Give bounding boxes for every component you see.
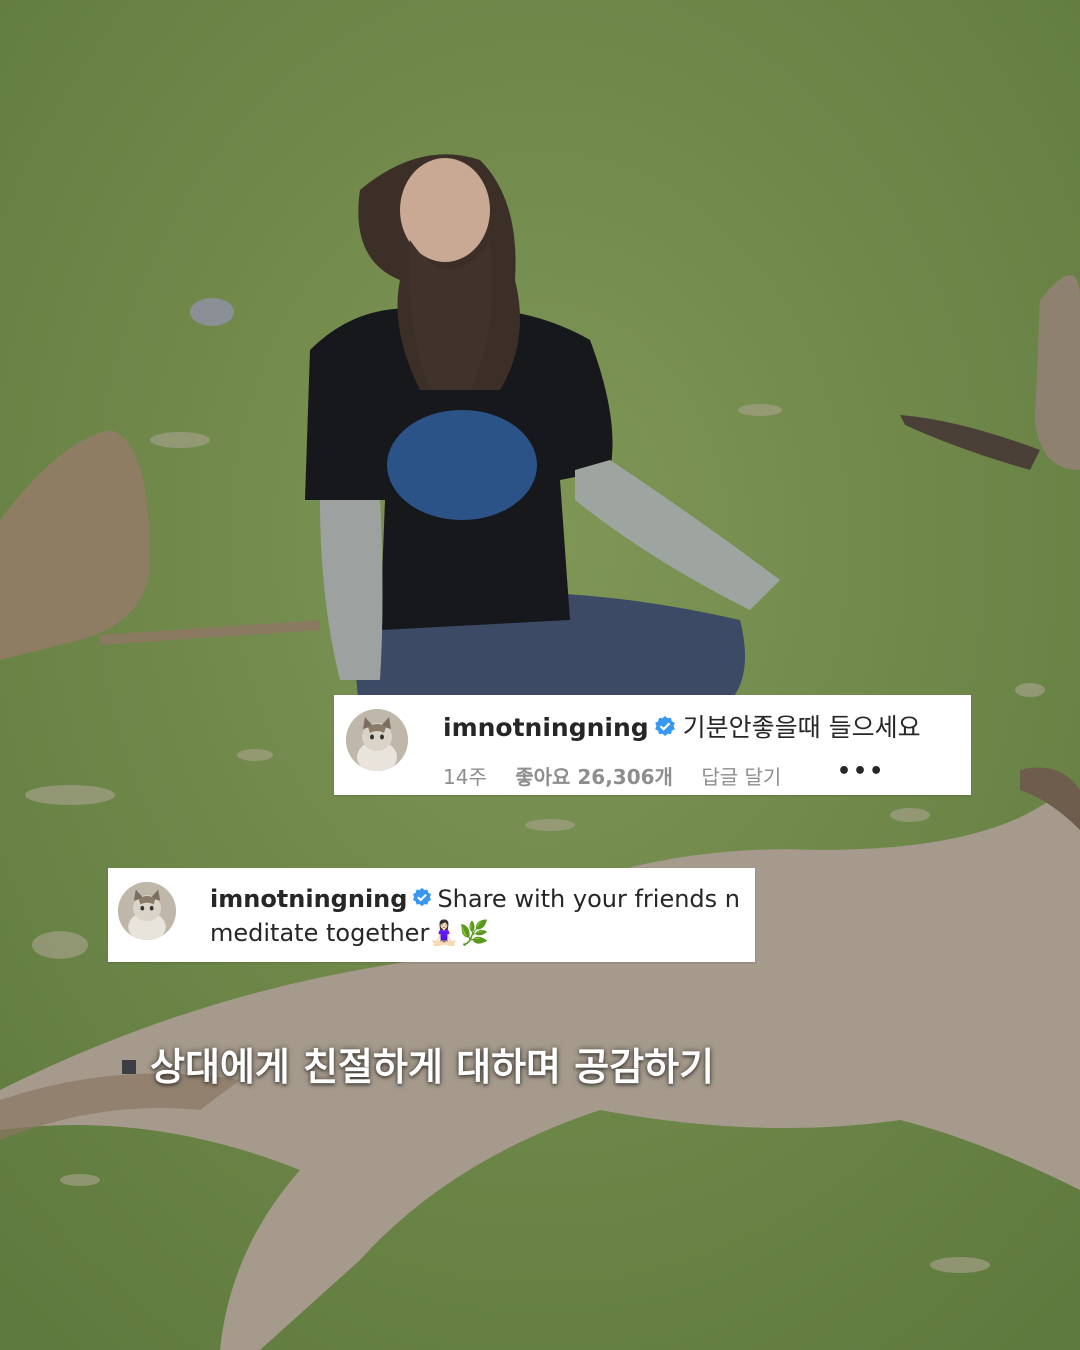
caption-subtitle: 상대에게 친절하게 대하며 공감하기 [122, 1036, 714, 1091]
avatar[interactable] [118, 882, 176, 940]
comment-meta: 14주 좋아요 26,306개 답글 달기 [443, 761, 803, 790]
comment-card-top: imnotningning 기분안좋을때 들으세요 14주 좋아요 26,306개… [334, 695, 971, 795]
username[interactable]: imnotningning [443, 713, 649, 742]
more-options-icon[interactable]: ••• [837, 759, 885, 784]
background-photo [0, 0, 1080, 1350]
reply-button[interactable]: 답글 달기 [701, 765, 781, 789]
comment-text: 기분안좋을때 들으세요 [682, 713, 921, 742]
comment-time: 14주 [443, 765, 487, 789]
cat-avatar-icon [346, 709, 408, 771]
cat-avatar-icon [118, 882, 176, 940]
verified-badge-icon [413, 887, 432, 907]
likes-count[interactable]: 좋아요 26,306개 [515, 765, 673, 789]
verified-badge-icon [654, 716, 675, 736]
avatar[interactable] [346, 709, 408, 771]
username[interactable]: imnotningning [210, 885, 407, 913]
comment-card-bottom: imnotningning Share with your friends n m… [108, 868, 755, 962]
bullet-square-icon [122, 1059, 136, 1074]
comment-top-main: imnotningning 기분안좋을때 들으세요 [443, 708, 921, 744]
caption-text: 상대에게 친절하게 대하며 공감하기 [150, 1045, 715, 1089]
comment-bottom-main: imnotningning Share with your friends n m… [210, 882, 740, 950]
